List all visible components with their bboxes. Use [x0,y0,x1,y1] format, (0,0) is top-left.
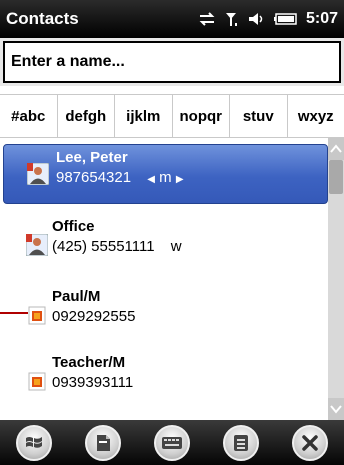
contact-phone-line: 987654321 ◀ m ▶ [56,169,184,186]
close-button[interactable] [291,424,328,461]
contact-name: Lee, Peter [56,149,128,166]
contact-phone: (425) 55551111 [52,238,155,255]
contact-phone: 0929292555 [52,308,136,325]
contact-name: Paul/M [52,288,101,305]
battery-icon [273,13,298,25]
contact-item-office[interactable]: Office (425) 55551111 w [0,214,328,280]
contact-name: Office [52,218,95,235]
contact-photo-icon [26,162,50,186]
contact-item-paul[interactable]: Paul/M 0929292555 [0,284,328,350]
contact-name: Teacher/M [52,354,126,371]
status-icons[interactable]: 5:07 [198,10,344,28]
windows-start-button[interactable] [16,424,53,461]
sim-contact-icon [26,304,48,326]
signal-icon [224,11,240,27]
contact-photo-icon [25,233,49,257]
phone-type-selector[interactable]: ◀ m ▶ [147,169,183,186]
title-bar: Contacts 5:07 [0,0,344,38]
new-contact-button[interactable] [85,424,122,461]
close-icon [301,434,318,451]
contact-item-lee-peter[interactable]: Lee, Peter 987654321 ◀ m ▶ [3,144,328,204]
tab-defgh[interactable]: defgh [58,95,115,137]
keyboard-button[interactable] [153,424,190,461]
windows-start-icon [26,436,43,448]
scroll-up-button[interactable] [328,138,344,160]
tab-wxyz[interactable]: wxyz [288,95,344,137]
list-scrollbar[interactable] [328,138,344,420]
menu-button[interactable] [222,424,259,461]
scroll-down-button[interactable] [328,398,344,420]
keyboard-icon [161,436,182,449]
tab-stuv[interactable]: stuv [230,95,288,137]
tab-abc[interactable]: #abc [0,95,58,137]
scroll-thumb[interactable] [329,160,343,194]
search-area [0,38,344,86]
phone-type: w [170,238,182,255]
chevron-up-icon [330,144,342,153]
contact-item-teacher[interactable]: Teacher/M 0939393111 [0,350,328,416]
chevron-left-icon[interactable]: ◀ [147,174,155,185]
clock: 5:07 [305,10,338,27]
app-title: Contacts [6,9,79,28]
sim-contact-icon [26,370,48,392]
contact-phone: 987654321 [56,169,132,186]
chevron-right-icon[interactable]: ▶ [176,174,184,185]
contact-list: Lee, Peter 987654321 ◀ m ▶ Office (425) … [0,138,328,420]
callout-line [0,312,28,314]
phone-type: m [159,169,172,186]
contact-phone: 0939393111 [52,374,134,391]
search-input[interactable] [3,41,341,83]
menu-icon [233,434,248,451]
new-contact-icon [97,434,111,451]
letter-tabs: #abc defgh ijklm nopqr stuv wxyz [0,94,344,138]
softkey-bar [0,420,344,465]
data-sync-icon [198,12,216,26]
contact-phone-line: (425) 55551111 w [52,238,182,255]
tab-nopqr[interactable]: nopqr [173,95,230,137]
volume-icon [248,12,266,26]
chevron-down-icon [330,405,342,414]
tab-ijklm[interactable]: ijklm [115,95,173,137]
